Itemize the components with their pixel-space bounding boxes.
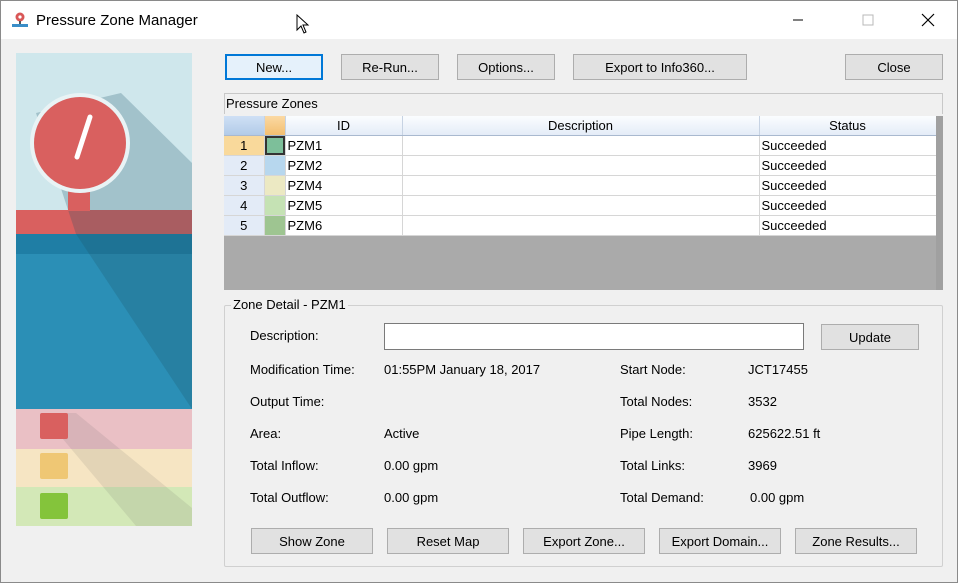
table-row[interactable]: 3 PZM4 Succeeded: [224, 175, 937, 196]
row-number[interactable]: 4: [224, 195, 265, 216]
rerun-button[interactable]: Re-Run...: [341, 54, 439, 80]
zone-description-cell[interactable]: [402, 135, 760, 156]
zone-id-cell[interactable]: PZM2: [285, 155, 403, 176]
total-links-label: Total Links:: [620, 458, 686, 473]
total-outflow-label: Total Outflow:: [250, 490, 329, 505]
new-button[interactable]: New...: [225, 54, 323, 80]
total-nodes-label: Total Nodes:: [620, 394, 693, 409]
total-demand-value: 0.00 gpm: [750, 490, 805, 505]
total-inflow-label: Total Inflow:: [250, 458, 319, 473]
modification-time-value: 01:55PM January 18, 2017: [384, 362, 541, 377]
zone-status-cell[interactable]: Succeeded: [759, 135, 937, 156]
color-column-header[interactable]: [264, 116, 286, 136]
zone-color-swatch[interactable]: [264, 175, 286, 196]
client-area: New... Re-Run... Options... Export to In…: [1, 39, 957, 582]
description-input[interactable]: [384, 323, 804, 350]
zone-id-cell[interactable]: PZM4: [285, 175, 403, 196]
zone-id-cell[interactable]: PZM1: [285, 135, 403, 156]
minimize-icon: [793, 19, 803, 21]
start-node-label: Start Node:: [620, 362, 686, 377]
pressure-zones-title: Pressure Zones: [226, 96, 318, 111]
pressure-zones-grid[interactable]: ID Description Status 1 PZM1 Succeeded 2: [224, 116, 943, 290]
pipe-length-value: 625622.51 ft: [748, 426, 821, 441]
close-window-button[interactable]: [905, 1, 951, 39]
id-column-header[interactable]: ID: [285, 116, 403, 136]
area-label: Area:: [250, 426, 282, 441]
zone-description-cell[interactable]: [402, 155, 760, 176]
total-links-value: 3969: [748, 458, 777, 473]
total-outflow-value: 0.00 gpm: [384, 490, 439, 505]
table-row[interactable]: 2 PZM2 Succeeded: [224, 155, 937, 176]
maximize-icon: [862, 14, 874, 26]
zone-color-swatch[interactable]: [264, 135, 286, 156]
area-value: Active: [384, 426, 420, 441]
row-number[interactable]: 5: [224, 215, 265, 236]
pressure-gauge-illustration: [16, 53, 192, 526]
zone-color-swatch[interactable]: [264, 155, 286, 176]
zone-status-cell[interactable]: Succeeded: [759, 175, 937, 196]
pressure-pin-icon: [12, 12, 28, 27]
zone-id-cell[interactable]: PZM5: [285, 195, 403, 216]
zone-color-swatch[interactable]: [264, 215, 286, 236]
description-column-header[interactable]: Description: [402, 116, 760, 136]
zones-table: ID Description Status 1 PZM1 Succeeded 2: [224, 116, 937, 236]
pressure-zone-manager-window: Pressure Zone Manager New... Re-Run... O…: [0, 0, 958, 583]
pressure-zones-header: Pressure Zones: [224, 93, 943, 114]
grid-corner[interactable]: [224, 116, 265, 136]
table-row[interactable]: 5 PZM6 Succeeded: [224, 215, 937, 236]
zone-id-cell[interactable]: PZM6: [285, 215, 403, 236]
row-number[interactable]: 1: [224, 135, 265, 156]
total-inflow-value: 0.00 gpm: [384, 458, 439, 473]
table-row[interactable]: 1 PZM1 Succeeded: [224, 135, 937, 156]
zone-color-swatch[interactable]: [264, 195, 286, 216]
maximize-button[interactable]: [845, 1, 891, 39]
title-bar: Pressure Zone Manager: [1, 1, 957, 39]
mouse-pointer-icon: [296, 14, 310, 34]
show-zone-button[interactable]: Show Zone: [251, 528, 373, 554]
minimize-button[interactable]: [775, 1, 821, 39]
table-row[interactable]: 4 PZM5 Succeeded: [224, 195, 937, 216]
options-button[interactable]: Options...: [457, 54, 555, 80]
close-icon: [921, 13, 935, 27]
zone-description-cell[interactable]: [402, 175, 760, 196]
table-header-row: ID Description Status: [224, 116, 937, 136]
output-time-label: Output Time:: [250, 394, 325, 409]
export-domain-button[interactable]: Export Domain...: [659, 528, 781, 554]
window-title: Pressure Zone Manager: [36, 12, 198, 29]
total-nodes-value: 3532: [748, 394, 777, 409]
export-info360-button[interactable]: Export to Info360...: [573, 54, 747, 80]
start-node-value: JCT17455: [748, 362, 808, 377]
export-zone-button[interactable]: Export Zone...: [523, 528, 645, 554]
update-button[interactable]: Update: [821, 324, 919, 350]
total-demand-label: Total Demand:: [620, 490, 704, 505]
zone-detail-title: Zone Detail - PZM1: [231, 297, 348, 312]
row-number[interactable]: 3: [224, 175, 265, 196]
zone-status-cell[interactable]: Succeeded: [759, 155, 937, 176]
grid-scrollbar[interactable]: [936, 116, 943, 290]
description-label: Description:: [250, 328, 319, 343]
zone-description-cell[interactable]: [402, 195, 760, 216]
row-number[interactable]: 2: [224, 155, 265, 176]
modification-time-label: Modification Time:: [250, 362, 355, 377]
status-column-header[interactable]: Status: [759, 116, 937, 136]
zone-description-cell[interactable]: [402, 215, 760, 236]
zone-status-cell[interactable]: Succeeded: [759, 195, 937, 216]
pipe-length-label: Pipe Length:: [620, 426, 694, 441]
close-button[interactable]: Close: [845, 54, 943, 80]
zone-results-button[interactable]: Zone Results...: [795, 528, 917, 554]
reset-map-button[interactable]: Reset Map: [387, 528, 509, 554]
zone-status-cell[interactable]: Succeeded: [759, 215, 937, 236]
